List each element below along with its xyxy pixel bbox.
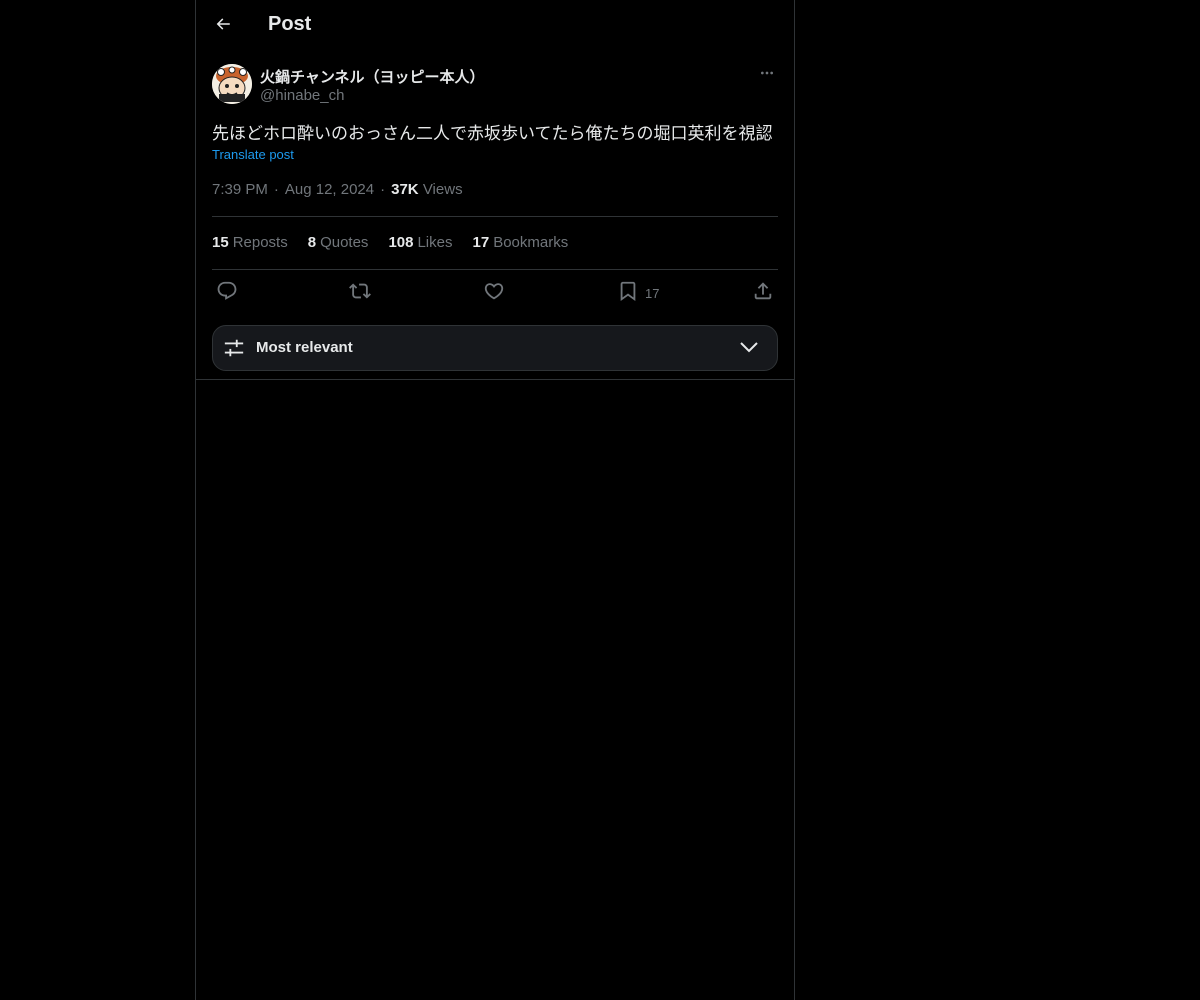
bookmark-button[interactable]: 17 [617,280,659,306]
divider [212,269,778,270]
engagement-stats: 15 Reposts 8 Quotes 108 Likes 17 Bookmarks [212,234,568,251]
author-handle[interactable]: @hinabe_ch [260,87,344,104]
tweet-meta: 7:39 PM · Aug 12, 2024 · 37K Views [212,181,463,198]
tweet-time[interactable]: 7:39 PM [212,181,268,198]
tweet-text: 先ほどホロ酔いのおっさん二人で赤坂歩いてたら俺たちの堀口英利を視認 [212,124,773,143]
views-label: Views [422,181,463,198]
likes-count: 108 [388,234,414,251]
share-icon [752,280,774,307]
arrow-left-icon [214,15,232,38]
bookmarks-label: Bookmarks [493,234,569,251]
chevron-down-icon [739,340,759,359]
bookmark-count: 17 [645,285,660,301]
page-header: Post [196,0,794,53]
share-button[interactable] [752,280,774,306]
likes-stat[interactable]: 108 Likes [388,234,452,251]
sort-replies-dropdown[interactable]: Most relevant [212,325,778,371]
tweet-date[interactable]: Aug 12, 2024 [285,181,374,198]
reposts-label: Reposts [232,234,288,251]
meta-separator: · [380,181,386,198]
reposts-count: 15 [212,234,229,251]
quotes-stat[interactable]: 8 Quotes [308,234,369,251]
reply-button[interactable] [216,280,238,306]
quotes-count: 8 [307,234,317,251]
bookmark-icon [617,280,639,307]
action-bar: 17 [212,280,778,306]
avatar-image [212,64,252,104]
avatar[interactable] [212,64,252,104]
post-column: Post 火鍋チャンネル（ヨッピー本人） @hinabe_ch 先ほどホロ酔いの… [195,0,795,1000]
more-horizontal-icon [759,65,775,86]
author-display-name[interactable]: 火鍋チャンネル（ヨッピー本人） [260,66,485,87]
repost-icon [349,280,371,307]
like-button[interactable] [483,280,505,306]
reposts-stat[interactable]: 15 Reposts [212,234,288,251]
section-divider [196,379,794,380]
divider [212,216,778,217]
sliders-icon [223,337,245,364]
repost-button[interactable] [349,280,371,306]
sort-label: Most relevant [256,339,353,356]
back-button[interactable] [206,9,240,43]
heart-icon [483,280,505,307]
more-options-button[interactable] [756,64,778,86]
meta-separator: · [273,181,279,198]
views-count: 37K [391,181,419,198]
bookmarks-stat[interactable]: 17 Bookmarks [473,234,569,251]
quotes-label: Quotes [320,234,369,251]
page-title: Post [268,13,312,35]
bookmarks-count: 17 [472,234,490,251]
translate-post-link[interactable]: Translate post [212,147,294,162]
likes-label: Likes [417,234,453,251]
reply-icon [216,280,238,307]
